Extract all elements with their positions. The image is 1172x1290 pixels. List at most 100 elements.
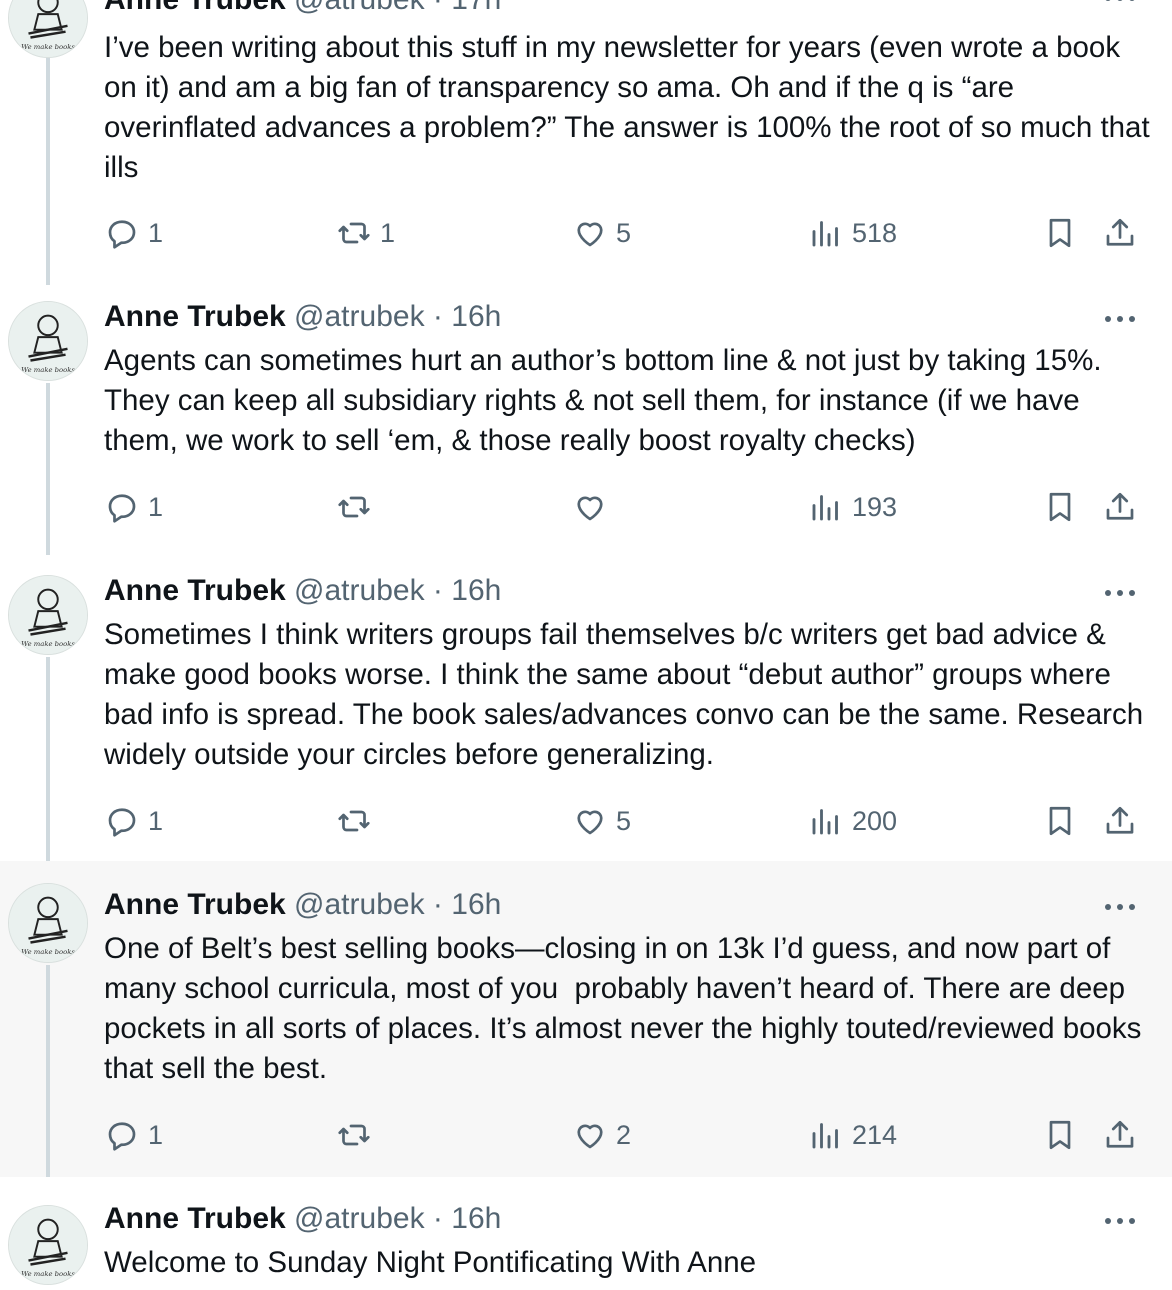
views-icon (812, 809, 838, 835)
views-count: 214 (852, 1119, 898, 1150)
svg-text:We make books: We make books (21, 948, 75, 956)
share-button[interactable] (1102, 485, 1138, 529)
books-logo-icon: We make books (9, 1206, 87, 1284)
tweet-text: Agents can sometimes hurt an author’s bo… (104, 344, 1110, 457)
more-button[interactable] (1100, 0, 1140, 8)
like-button[interactable] (572, 485, 616, 529)
separator: · (432, 574, 443, 607)
tweet-3[interactable]: We make books Anne Trubek @atrubek · 16h… (0, 555, 1172, 861)
timestamp[interactable]: 16h (451, 574, 501, 607)
avatar[interactable]: We make books (8, 0, 88, 58)
share-icon (1106, 1120, 1134, 1148)
author-name[interactable]: Anne Trubek (104, 574, 286, 607)
tweet-actions: 1 2 214 (104, 1113, 1154, 1157)
repost-button[interactable] (336, 485, 380, 529)
more-icon (1105, 316, 1135, 322)
heart-icon (577, 1124, 603, 1149)
share-button[interactable] (1102, 211, 1138, 255)
avatar[interactable]: We make books (8, 301, 88, 381)
author-name[interactable]: Anne Trubek (104, 1202, 286, 1235)
views-button[interactable]: 200 (808, 799, 897, 843)
views-count: 518 (852, 217, 898, 248)
reply-button[interactable]: 1 (104, 1113, 163, 1157)
tweet-1[interactable]: We make books Anne Trubek @atrubek · 17h… (0, 0, 1172, 285)
tweet-actions: 1 1 5 518 (104, 211, 1154, 255)
reply-button[interactable]: 1 (104, 799, 163, 843)
bookmark-button[interactable] (1042, 211, 1078, 255)
timestamp[interactable]: 16h (451, 1202, 501, 1235)
books-logo-icon: We make books (9, 884, 87, 962)
views-icon (812, 221, 838, 247)
bookmark-button[interactable] (1042, 485, 1078, 529)
tweet-header: Anne Trubek @atrubek · 16h (104, 887, 501, 923)
repost-button[interactable] (336, 799, 380, 843)
reply-count: 1 (148, 217, 164, 248)
share-button[interactable] (1102, 1113, 1138, 1157)
author-handle[interactable]: @atrubek (294, 574, 425, 607)
bookmark-button[interactable] (1042, 1113, 1078, 1157)
views-button[interactable]: 214 (808, 1113, 897, 1157)
like-button[interactable]: 5 (572, 799, 631, 843)
timestamp[interactable]: 16h (451, 300, 501, 333)
author-handle[interactable]: @atrubek (294, 0, 425, 16)
thread-line (46, 657, 50, 861)
thread-line (46, 965, 50, 1177)
timestamp[interactable]: 17h (451, 0, 501, 16)
tweet-header: Anne Trubek @atrubek · 16h (104, 299, 501, 335)
svg-text:We make books: We make books (21, 43, 75, 51)
like-count: 5 (616, 805, 632, 836)
reply-button[interactable]: 1 (104, 485, 163, 529)
tweet-text: Sometimes I think writers groups fail th… (104, 618, 1152, 771)
tweet-5[interactable]: We make books Anne Trubek @atrubek · 16h… (0, 1177, 1172, 1290)
heart-icon (577, 222, 603, 247)
books-logo-icon: We make books (9, 576, 87, 654)
timestamp[interactable]: 16h (451, 888, 501, 921)
avatar[interactable]: We make books (8, 883, 88, 963)
like-count: 5 (616, 217, 632, 248)
repost-icon (338, 496, 370, 518)
views-button[interactable]: 193 (808, 485, 897, 529)
author-name[interactable]: Anne Trubek (104, 0, 286, 16)
author-handle[interactable]: @atrubek (294, 888, 425, 921)
tweet-text: Welcome to Sunday Night Pontificating Wi… (104, 1246, 757, 1279)
repost-icon (338, 1124, 370, 1146)
repost-button[interactable] (336, 1113, 380, 1157)
repost-button[interactable]: 1 (336, 211, 395, 255)
reply-icon (108, 220, 136, 249)
tweet-2[interactable]: We make books Anne Trubek @atrubek · 16h… (0, 285, 1172, 555)
thread-line (46, 56, 50, 285)
more-icon (1105, 0, 1135, 1)
author-name[interactable]: Anne Trubek (104, 888, 286, 921)
bookmark-button[interactable] (1042, 799, 1078, 843)
tweet-header: Anne Trubek @atrubek · 17h (104, 0, 501, 18)
more-icon (1105, 590, 1135, 596)
separator: · (432, 1202, 443, 1235)
more-button[interactable] (1100, 897, 1140, 917)
share-button[interactable] (1102, 799, 1138, 843)
avatar[interactable]: We make books (8, 1205, 88, 1285)
thread-line (46, 383, 50, 555)
views-count: 200 (852, 805, 898, 836)
heart-icon (577, 810, 603, 835)
bookmark-icon (1049, 492, 1071, 522)
like-button[interactable]: 5 (572, 211, 631, 255)
author-name[interactable]: Anne Trubek (104, 300, 286, 333)
more-button[interactable] (1100, 309, 1140, 329)
tweet-text: I’ve been writing about this stuff in my… (104, 31, 1158, 184)
author-handle[interactable]: @atrubek (294, 300, 425, 333)
views-icon (812, 1123, 838, 1149)
tweet-4[interactable]: We make books Anne Trubek @atrubek · 16h… (0, 861, 1172, 1177)
avatar[interactable]: We make books (8, 575, 88, 655)
reply-icon (108, 1122, 136, 1151)
reply-button[interactable]: 1 (104, 211, 163, 255)
views-button[interactable]: 518 (808, 211, 897, 255)
more-button[interactable] (1100, 583, 1140, 603)
separator: · (432, 300, 443, 333)
bookmark-icon (1049, 1120, 1071, 1150)
repost-icon (338, 810, 370, 832)
more-button[interactable] (1100, 1211, 1140, 1231)
bookmark-icon (1049, 806, 1071, 836)
author-handle[interactable]: @atrubek (294, 1202, 425, 1235)
like-button[interactable]: 2 (572, 1113, 631, 1157)
share-icon (1106, 806, 1134, 834)
